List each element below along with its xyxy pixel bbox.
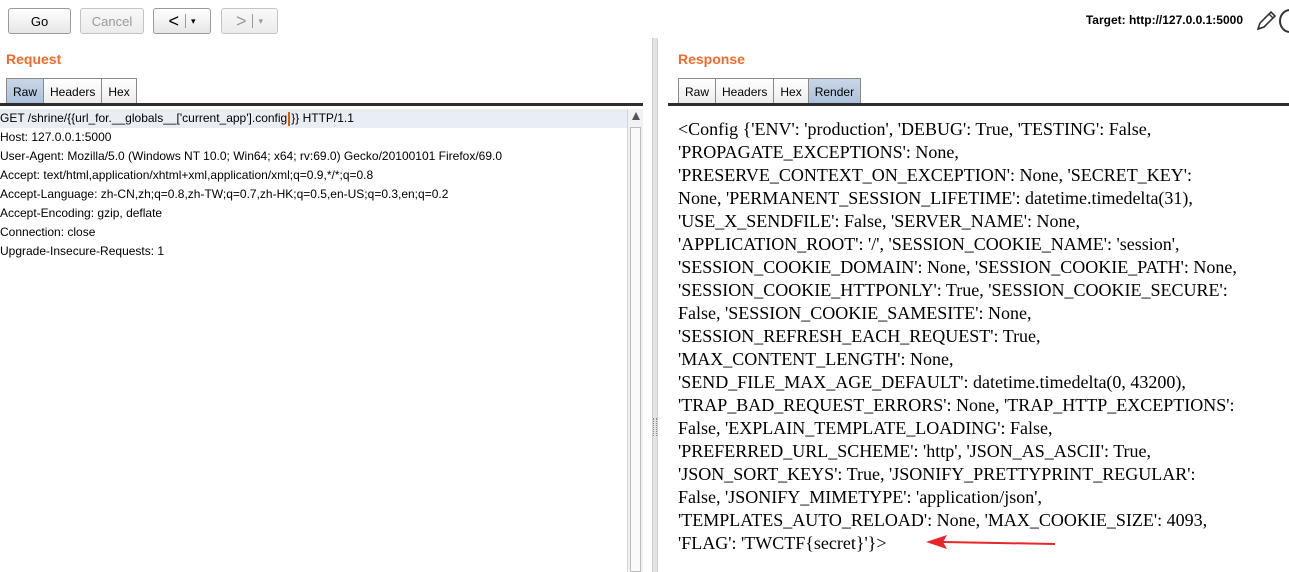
go-button[interactable]: Go — [8, 8, 71, 34]
render-line: 'PRESERVE_CONTEXT_ON_EXCEPTION': None, '… — [678, 165, 1193, 185]
button-separator — [184, 14, 186, 28]
forward-button[interactable]: > ▾ — [221, 8, 278, 34]
back-arrow-icon: < — [168, 11, 179, 31]
back-button[interactable]: < ▾ — [153, 8, 211, 34]
request-scrollbar[interactable] — [627, 109, 643, 572]
tab-underline — [668, 103, 1289, 106]
render-line: None, 'PERMANENT_SESSION_LIFETIME': date… — [678, 188, 1193, 208]
tab-hex[interactable]: Hex — [773, 78, 809, 104]
render-line: 'TRAP_BAD_REQUEST_ERRORS': None, 'TRAP_H… — [678, 395, 1235, 415]
tab-render[interactable]: Render — [807, 78, 862, 104]
render-line: False, 'SESSION_COOKIE_SAMESITE': None, — [678, 303, 1032, 323]
tab-headers[interactable]: Headers — [715, 78, 775, 104]
request-header-line: Accept: text/html,application/xhtml+xml,… — [0, 168, 374, 182]
render-line: 'TEMPLATES_AUTO_RELOAD': None, 'MAX_COOK… — [678, 510, 1208, 530]
request-header-line: Accept-Encoding: gzip, deflate — [0, 206, 163, 220]
render-line: 'USE_X_SENDFILE': False, 'SERVER_NAME': … — [678, 211, 1081, 231]
render-line: 'PREFERRED_URL_SCHEME': 'http', 'JSON_AS… — [678, 441, 1152, 461]
request-header-line: Connection: close — [0, 225, 96, 239]
toolbar: Go Cancel < ▾ > ▾ Target: http://127.0.0… — [0, 0, 1289, 44]
render-line: 'SESSION_REFRESH_EACH_REQUEST': True, — [678, 326, 1041, 346]
button-separator — [252, 14, 254, 28]
cancel-button[interactable]: Cancel — [80, 8, 144, 34]
annotation-arrow-icon — [926, 535, 1056, 549]
request-tabs: Raw Headers Hex — [6, 78, 137, 104]
render-line: False, 'EXPLAIN_TEMPLATE_LOADING': False… — [678, 418, 1053, 438]
request-header-line: User-Agent: Mozilla/5.0 (Windows NT 10.0… — [0, 149, 503, 163]
pencil-icon[interactable] — [1254, 8, 1278, 34]
request-header-line: Upgrade-Insecure-Requests: 1 — [0, 244, 165, 258]
chevron-down-icon[interactable]: ▾ — [258, 16, 263, 27]
render-line: 'APPLICATION_ROOT': '/', 'SESSION_COOKIE… — [678, 234, 1180, 254]
request-header-line: Host: 127.0.0.1:5000 — [0, 130, 112, 144]
request-line: GET /shrine/{{url_for.__globals__['curre… — [0, 109, 627, 128]
tab-raw[interactable]: Raw — [678, 78, 717, 104]
scroll-up-icon[interactable] — [632, 112, 640, 120]
chevron-down-icon[interactable]: ▾ — [191, 16, 196, 27]
tab-raw[interactable]: Raw — [6, 78, 45, 104]
render-line: 'SESSION_COOKIE_HTTPONLY': True, 'SESSIO… — [678, 280, 1228, 300]
render-line: 'SEND_FILE_MAX_AGE_DEFAULT': datetime.ti… — [678, 372, 1186, 392]
split-divider[interactable] — [652, 38, 658, 572]
render-line: 'SESSION_COOKIE_DOMAIN': None, 'SESSION_… — [678, 257, 1237, 277]
response-title: Response — [678, 51, 745, 67]
forward-arrow-icon: > — [235, 11, 247, 31]
request-editor[interactable]: GET /shrine/{{url_for.__globals__['curre… — [0, 109, 627, 572]
request-line-end: }} HTTP/1.1 — [291, 111, 354, 125]
tab-headers[interactable]: Headers — [43, 78, 103, 104]
request-title: Request — [6, 51, 62, 67]
help-icon[interactable] — [1279, 9, 1289, 33]
request-header-line: Accept-Language: zh-CN,zh;q=0.8,zh-TW;q=… — [0, 187, 449, 201]
tab-underline — [0, 103, 643, 106]
divider-grip-icon[interactable] — [653, 418, 657, 436]
target-label: Target: http://127.0.0.1:5000 — [1085, 13, 1243, 27]
render-line: 'MAX_CONTENT_LENGTH': None, — [678, 349, 954, 369]
render-line: <Config {'ENV': 'production', 'DEBUG': T… — [678, 119, 1152, 139]
render-line: 'JSON_SORT_KEYS': True, 'JSONIFY_PRETTYP… — [678, 464, 1196, 484]
render-line: False, 'JSONIFY_MIMETYPE': 'application/… — [678, 487, 1042, 507]
response-render: <Config {'ENV': 'production', 'DEBUG': T… — [678, 118, 1289, 572]
text-caret — [288, 111, 291, 126]
request-line-start: GET /shrine/{{url_for.__globals__['curre… — [0, 111, 288, 125]
scroll-thumb[interactable] — [630, 127, 641, 572]
tab-hex[interactable]: Hex — [101, 78, 137, 104]
render-line: 'PROPAGATE_EXCEPTIONS': None, — [678, 142, 959, 162]
response-tabs: Raw Headers Hex Render — [678, 78, 862, 104]
